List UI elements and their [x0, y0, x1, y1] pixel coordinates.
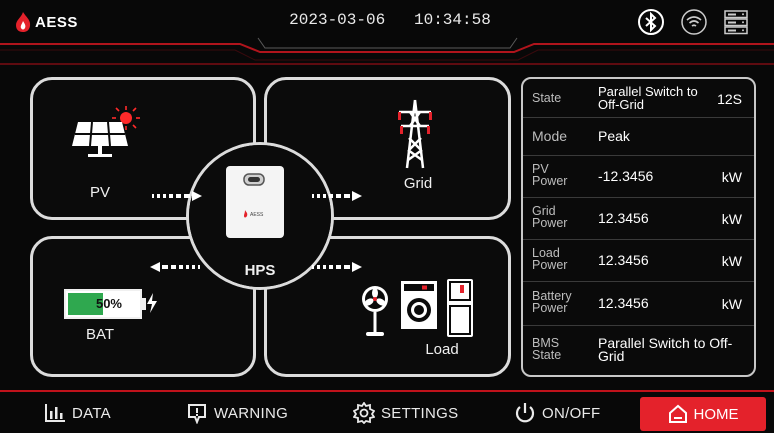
state-value: Parallel Switch to Off-Grid	[598, 84, 698, 112]
bar-chart-icon	[45, 404, 65, 422]
table-row: PV Power -12.3456 kW	[523, 155, 754, 198]
bms-state-key: BMS State	[532, 336, 562, 362]
nav-settings-button[interactable]: SETTINGS	[353, 400, 458, 426]
hps-to-load-arrow	[312, 262, 362, 272]
gear-icon	[353, 402, 375, 424]
hps-inverter-icon: AESS	[226, 166, 284, 238]
hps-monitor-screen: AESS 2023-03-06 10:34:58 PV Grid AESS HP…	[0, 0, 774, 433]
bluetooth-icon[interactable]	[637, 8, 665, 36]
state-key: State	[532, 91, 562, 105]
nav-home-button[interactable]: HOME	[640, 397, 766, 431]
warning-icon	[188, 404, 206, 424]
grid-power-unit: kW	[721, 211, 742, 227]
hps-label: HPS	[244, 262, 276, 279]
pv-to-hps-arrow	[152, 191, 202, 201]
nav-onoff-button[interactable]: ON/OFF	[514, 400, 600, 426]
home-icon	[668, 404, 687, 423]
pv-power-value: -12.3456	[598, 168, 654, 184]
table-row: BMS State Parallel Switch to Off-Grid	[523, 325, 754, 375]
server-icon[interactable]	[722, 8, 750, 36]
battery-power-key: Battery Power	[532, 289, 572, 315]
time-text: 10:34:58	[414, 11, 491, 29]
brand-logo: AESS	[14, 10, 78, 34]
brand-name: AESS	[35, 13, 78, 31]
load-power-key: Load Power	[532, 246, 568, 272]
nav-settings-label: SETTINGS	[381, 404, 459, 422]
bat-label: BAT	[85, 326, 115, 343]
header-bar: AESS 2023-03-06 10:34:58	[0, 0, 774, 65]
mode-key: Mode	[532, 128, 568, 144]
nav-data-label: DATA	[72, 404, 111, 422]
wifi-icon[interactable]	[680, 8, 708, 36]
power-icon	[515, 403, 535, 423]
date-text: 2023-03-06	[289, 11, 386, 29]
table-row: State Parallel Switch to Off-Grid 12S	[523, 79, 754, 118]
table-row: Battery Power 12.3456 kW	[523, 281, 754, 326]
washing-machine-icon	[401, 281, 437, 329]
pv-power-unit: kW	[721, 169, 742, 185]
state-table: State Parallel Switch to Off-Grid 12S Mo…	[521, 77, 756, 377]
grid-label: Grid	[403, 175, 433, 192]
nav-warning-label: WARNING	[214, 404, 289, 422]
load-power-unit: kW	[721, 253, 742, 269]
hps-to-grid-arrow	[312, 191, 362, 201]
battery-icon: 50%	[64, 289, 142, 319]
battery-power-unit: kW	[721, 296, 742, 312]
mode-value: Peak	[598, 128, 630, 144]
battery-power-value: 12.3456	[598, 295, 649, 311]
table-row: Load Power 12.3456 kW	[523, 239, 754, 282]
refrigerator-icon	[447, 279, 473, 337]
table-row: Grid Power 12.3456 kW	[523, 197, 754, 240]
pv-power-key: PV Power	[532, 162, 568, 188]
flame-logo-icon	[16, 12, 31, 32]
fan-icon	[362, 286, 388, 336]
nav-home-label: HOME	[693, 405, 739, 423]
bms-state-value: Parallel Switch to Off-Grid	[598, 335, 733, 364]
load-label: Load	[425, 341, 459, 358]
inverter-brand-text: AESS	[250, 212, 264, 218]
charging-bolt-icon	[147, 293, 157, 313]
pv-label: PV	[89, 184, 110, 201]
power-tower-icon	[398, 99, 432, 169]
state-unit: 12S	[717, 91, 742, 107]
hps-to-battery-arrow	[150, 262, 200, 272]
nav-warning-button[interactable]: WARNING	[186, 400, 288, 426]
solar-panel-icon	[72, 106, 140, 157]
load-power-value: 12.3456	[598, 252, 649, 268]
table-row: Mode Peak	[523, 117, 754, 156]
datetime-display: 2023-03-06 10:34:58	[255, 11, 525, 29]
grid-power-key: Grid Power	[532, 204, 568, 230]
nav-data-button[interactable]: DATA	[44, 400, 111, 426]
nav-onoff-label: ON/OFF	[542, 404, 601, 422]
grid-power-value: 12.3456	[598, 210, 649, 226]
battery-percent: 50%	[95, 296, 122, 311]
